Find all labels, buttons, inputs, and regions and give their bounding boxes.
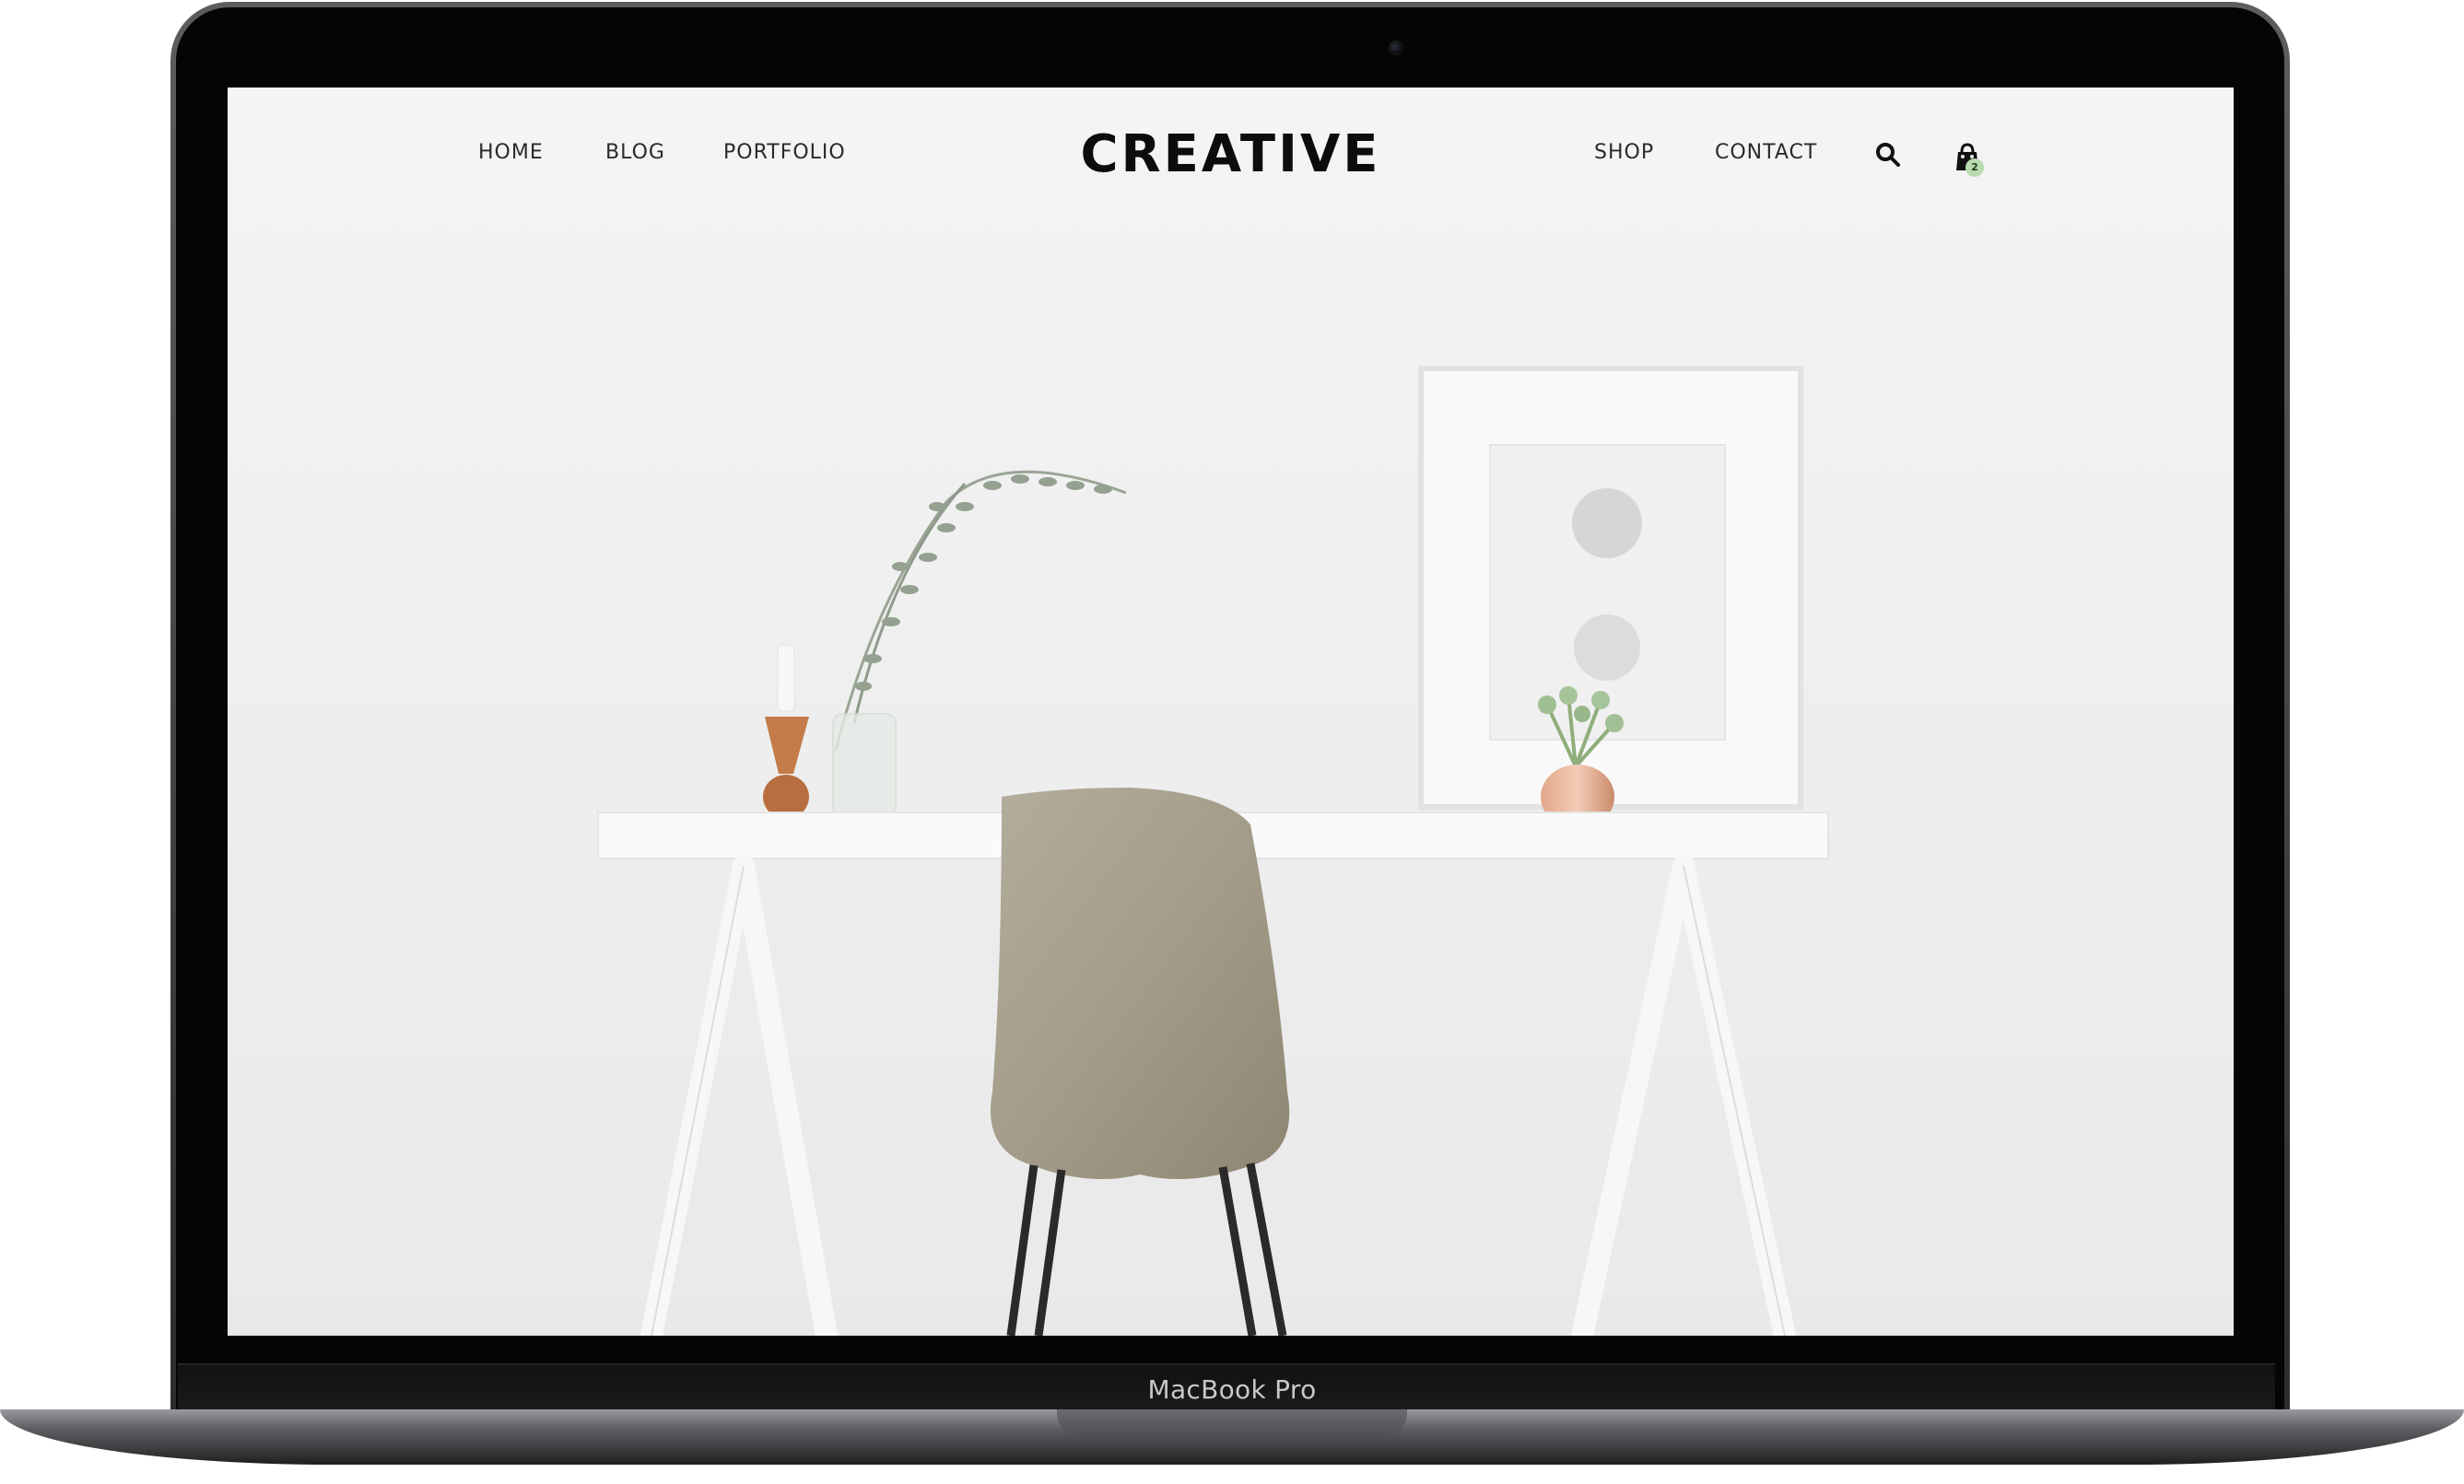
framed-art xyxy=(1418,366,1803,810)
trackpad-notch xyxy=(1057,1409,1407,1437)
nav-contact[interactable]: CONTACT xyxy=(1715,141,1817,164)
site-logo[interactable]: CREATIVE xyxy=(228,124,2234,184)
website-screen: HOME BLOG PORTFOLIO CREATIVE SHOP CONTAC… xyxy=(228,88,2234,1336)
camera-icon xyxy=(1389,41,1403,55)
hero-image xyxy=(228,88,2234,1336)
site-header: HOME BLOG PORTFOLIO CREATIVE SHOP CONTAC… xyxy=(228,88,2234,226)
laptop-mockup: HOME BLOG PORTFOLIO CREATIVE SHOP CONTAC… xyxy=(0,0,2464,1484)
device-label: MacBook Pro xyxy=(1147,1374,1317,1405)
search-icon[interactable] xyxy=(1874,141,1902,169)
nav-shop[interactable]: SHOP xyxy=(1594,141,1654,164)
cart-count-badge: 2 xyxy=(1965,158,1984,177)
